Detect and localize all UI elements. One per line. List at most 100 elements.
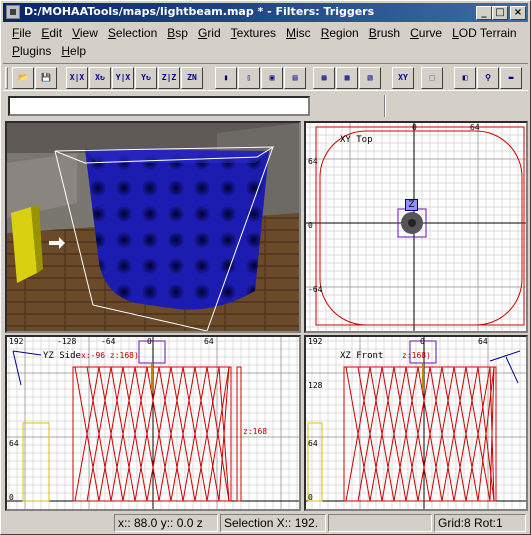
select-touching-icon: ▦ [321, 73, 327, 82]
yellow-brush [22, 422, 50, 502]
select-inside-icon: ▩ [344, 73, 350, 82]
minimize-button[interactable]: _ [476, 6, 492, 20]
select-inside-button[interactable]: ▩ [336, 67, 358, 89]
csg-subtract-icon: ▮ [223, 73, 229, 82]
menu-region[interactable]: Region [316, 25, 364, 42]
select-touching-button[interactable]: ▦ [313, 67, 335, 89]
command-input[interactable] [8, 96, 310, 116]
patch-button[interactable]: ▬ [500, 67, 522, 89]
csg-merge-icon: ▯ [246, 73, 252, 82]
xy-grid [306, 123, 526, 331]
coord-label: z:168) [402, 351, 431, 360]
rotate-x-button[interactable]: X↻ [89, 67, 111, 89]
camera-icon [489, 350, 521, 362]
select-partial-button[interactable]: ▧ [359, 67, 381, 89]
height-label: z:168 [243, 427, 268, 436]
menu-misc[interactable]: Misc [281, 25, 316, 42]
flip-y-icon: Y|X [115, 73, 131, 82]
menu-curve[interactable]: Curve [405, 25, 447, 42]
menu-help[interactable]: Help [56, 43, 91, 60]
tick-y-neg64: -64 [308, 285, 323, 294]
menu-file[interactable]: File [7, 25, 36, 42]
xz-grid [306, 337, 526, 509]
menu-lod-terrain[interactable]: LOD Terrain [447, 25, 521, 42]
menu-textures[interactable]: Textures [226, 25, 281, 42]
tick-y-192: 192 [308, 337, 323, 346]
tick-x-neg64: -64 [101, 337, 116, 346]
save-button[interactable]: 💾 [35, 67, 57, 89]
light-beam-brush [85, 149, 269, 310]
tick-x-neg128: -128 [57, 337, 77, 346]
tick-y-0: 0 [308, 493, 313, 502]
flip-x-icon: X|X [69, 73, 85, 82]
tick-y-192: 192 [9, 337, 24, 346]
viewport-label: XZ Front [340, 351, 384, 361]
tick-x-64: 64 [470, 123, 480, 132]
filter-bar [3, 93, 528, 119]
menu-brush[interactable]: Brush [364, 25, 405, 42]
bar-separator [384, 95, 386, 117]
tick-x-0: 0 [420, 337, 425, 346]
view-change-button[interactable]: XY [392, 67, 414, 89]
camera-button[interactable]: ◧ [454, 67, 476, 89]
rotate-z-icon: ZN [187, 73, 197, 82]
status-grid: Grid:8 Rot:1 [434, 514, 526, 532]
patch-icon: ▬ [508, 73, 514, 82]
rotate-y-icon: Y↻ [141, 73, 151, 82]
menu-row-1: File Edit View Selection Bsp Grid Textures Misc… [7, 25, 522, 42]
rotate-z-button[interactable]: ZN [181, 67, 203, 89]
camera-viewport[interactable] [5, 121, 301, 333]
menu-edit[interactable]: Edit [36, 25, 67, 42]
xy-top-viewport[interactable]: XY Top 0 64 64 0 -64 Z [304, 121, 528, 333]
csg-subtract-button[interactable]: ▮ [215, 67, 237, 89]
open-button[interactable]: 📂 [12, 67, 34, 89]
tick-x-0: 0 [147, 337, 152, 346]
tick-y-128: 128 [308, 381, 323, 390]
entity-tree-button[interactable]: ⚲ [477, 67, 499, 89]
close-button[interactable]: × [510, 6, 526, 20]
status-message [5, 514, 112, 532]
viewport-label: XY Top [340, 135, 373, 145]
toolbar-grip[interactable] [5, 67, 8, 89]
status-bar: x:: 88.0 y:: 0.0 z Selection X:: 192. Gr… [3, 513, 528, 533]
tick-x-64: 64 [204, 337, 214, 346]
tick-y-64: 64 [308, 157, 318, 166]
entity-tree-icon: ⚲ [485, 73, 491, 82]
menu-selection[interactable]: Selection [103, 25, 162, 42]
clipper-icon: ▤ [292, 73, 298, 82]
status-coords: x:: 88.0 y:: 0.0 z [114, 514, 218, 532]
hollow-icon: ▣ [269, 73, 275, 82]
app-icon[interactable] [6, 5, 20, 19]
select-partial-icon: ▧ [367, 73, 373, 82]
rotate-y-button[interactable]: Y↻ [135, 67, 157, 89]
flip-x-button[interactable]: X|X [66, 67, 88, 89]
flip-z-button[interactable]: Z|Z [158, 67, 180, 89]
menu-bsp[interactable]: Bsp [162, 25, 193, 42]
menu-row-2: Plugins Help [7, 43, 91, 60]
z-marker[interactable]: Z [405, 199, 418, 211]
title-bar[interactable]: D:/MOHAATools/maps/lightbeam.map * - Fil… [3, 3, 528, 22]
viewport-label: YZ Side [43, 351, 81, 361]
tick-y-64: 64 [308, 439, 318, 448]
texture-button[interactable]: ⬚ [421, 67, 443, 89]
open-icon: 📂 [18, 73, 28, 82]
tick-x-64: 64 [478, 337, 488, 346]
yz-grid [7, 337, 299, 509]
maximize-button[interactable]: □ [492, 6, 508, 20]
status-blank [328, 514, 432, 532]
xz-front-viewport[interactable]: 192 0 64 128 64 0 XZ Front z:168) [304, 335, 528, 511]
toolbar: 📂 💾 X|X X↻ Y|X Y↻ Z|Z ZN ▮ ▯ ▣ ▤ ▦ ▩ ▧ XY ⬚ ◧ ⚲ ▬ [3, 63, 528, 91]
window-title: D:/MOHAATools/maps/lightbeam.map * - Fil… [24, 5, 375, 18]
csg-merge-button[interactable]: ▯ [238, 67, 260, 89]
menu-view[interactable]: View [67, 25, 103, 42]
menu-plugins[interactable]: Plugins [7, 43, 56, 60]
flip-y-button[interactable]: Y|X [112, 67, 134, 89]
status-selection: Selection X:: 192. [220, 514, 326, 532]
tick-x-0: 0 [412, 123, 417, 132]
main-window: D:/MOHAATools/maps/lightbeam.map * - Fil… [0, 0, 531, 535]
yz-side-viewport[interactable]: 192 -128 -64 0 64 64 0 YZ Side x:-96 z:1… [5, 335, 301, 511]
clipper-button[interactable]: ▤ [284, 67, 306, 89]
flip-z-icon: Z|Z [161, 73, 177, 82]
menu-grid[interactable]: Grid [193, 25, 226, 42]
hollow-button[interactable]: ▣ [261, 67, 283, 89]
